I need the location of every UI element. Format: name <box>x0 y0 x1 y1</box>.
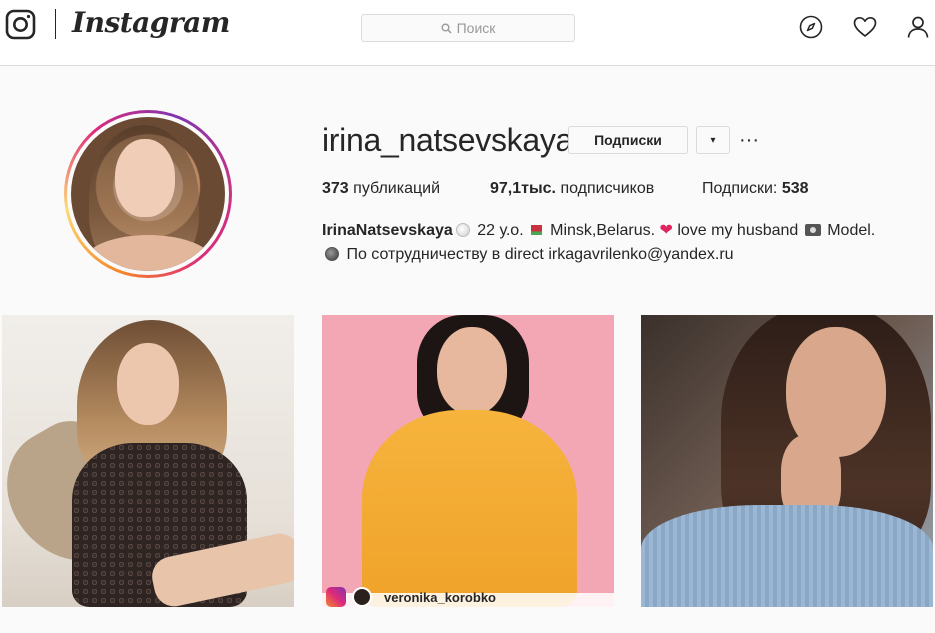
tagged-user-avatar <box>352 587 372 607</box>
chevron-down-icon: ▾ <box>710 134 716 146</box>
following-button[interactable]: Подписки <box>568 126 688 154</box>
avatar-gap <box>67 113 229 275</box>
post2-tag-strip: veronika_korobko <box>322 587 614 607</box>
bio-love: love my husband <box>677 222 799 239</box>
followers-label: подписчиков <box>560 180 655 197</box>
bio-contact: По сотрудничеству в direct irkagavrilenk… <box>346 246 734 263</box>
search-placeholder: Поиск <box>456 20 496 36</box>
profile-bio: IrinaNatsevskaya 22 у.о. Minsk,Belarus. … <box>322 219 922 267</box>
more-dots-icon: ··· <box>739 129 759 151</box>
instagram-repost-icon <box>326 587 346 607</box>
red-heart-emoji-icon: ❤ <box>659 222 673 239</box>
avatar[interactable] <box>71 117 225 271</box>
post2-yellow-blouse <box>362 410 577 607</box>
post1-face <box>117 343 179 425</box>
posts-stat: 373 публикаций <box>322 180 440 198</box>
post-thumbnail-1[interactable] <box>2 315 294 607</box>
heart-icon[interactable] <box>853 15 877 39</box>
bio-age: 22 у.о. <box>477 222 524 239</box>
belarus-flag-icon <box>527 225 542 235</box>
bio-model: Model. <box>827 222 876 239</box>
following-count: 538 <box>781 180 809 197</box>
followers-stat[interactable]: 97,1тыс. подписчиков <box>490 180 654 198</box>
avatar-face <box>115 139 175 217</box>
posts-label: публикаций <box>353 180 441 197</box>
compass-icon[interactable] <box>799 15 823 39</box>
top-navigation-bar: Instagram Поиск <box>0 0 935 66</box>
instagram-glyph-icon[interactable] <box>5 9 36 40</box>
posts-count: 373 <box>322 180 349 197</box>
tagged-username: veronika_korobko <box>384 590 496 605</box>
post3-blue-sweater <box>641 505 933 607</box>
post-thumbnail-2[interactable]: veronika_korobko <box>322 315 614 607</box>
instagram-wordmark[interactable]: Instagram <box>72 6 230 39</box>
bio-line-2: По сотрудничеству в direct irkagavrilenk… <box>322 243 922 267</box>
full-moon-emoji-icon <box>455 223 470 237</box>
profile-username: irina_natsevskaya <box>322 122 574 158</box>
following-label: Подписки: <box>702 180 778 197</box>
search-icon <box>441 23 452 34</box>
bio-line-1: IrinaNatsevskaya 22 у.о. Minsk,Belarus. … <box>322 219 922 243</box>
post2-face <box>437 327 507 415</box>
suggestions-dropdown-button[interactable]: ▾ <box>696 126 730 154</box>
camera-emoji-icon <box>804 224 821 236</box>
bio-location: Minsk,Belarus. <box>550 222 656 239</box>
full-name: IrinaNatsevskaya <box>322 222 453 239</box>
following-stat[interactable]: Подписки: 538 <box>702 180 809 198</box>
logo-divider <box>55 9 56 39</box>
post-thumbnail-3[interactable] <box>641 315 933 607</box>
profile-icon[interactable] <box>906 15 930 39</box>
search-input[interactable]: Поиск <box>361 14 575 42</box>
profile-avatar-story-ring[interactable] <box>64 110 232 278</box>
new-moon-emoji-icon <box>325 247 339 261</box>
followers-count: 97,1тыс. <box>490 180 556 197</box>
more-options-button[interactable]: ··· <box>739 126 759 154</box>
